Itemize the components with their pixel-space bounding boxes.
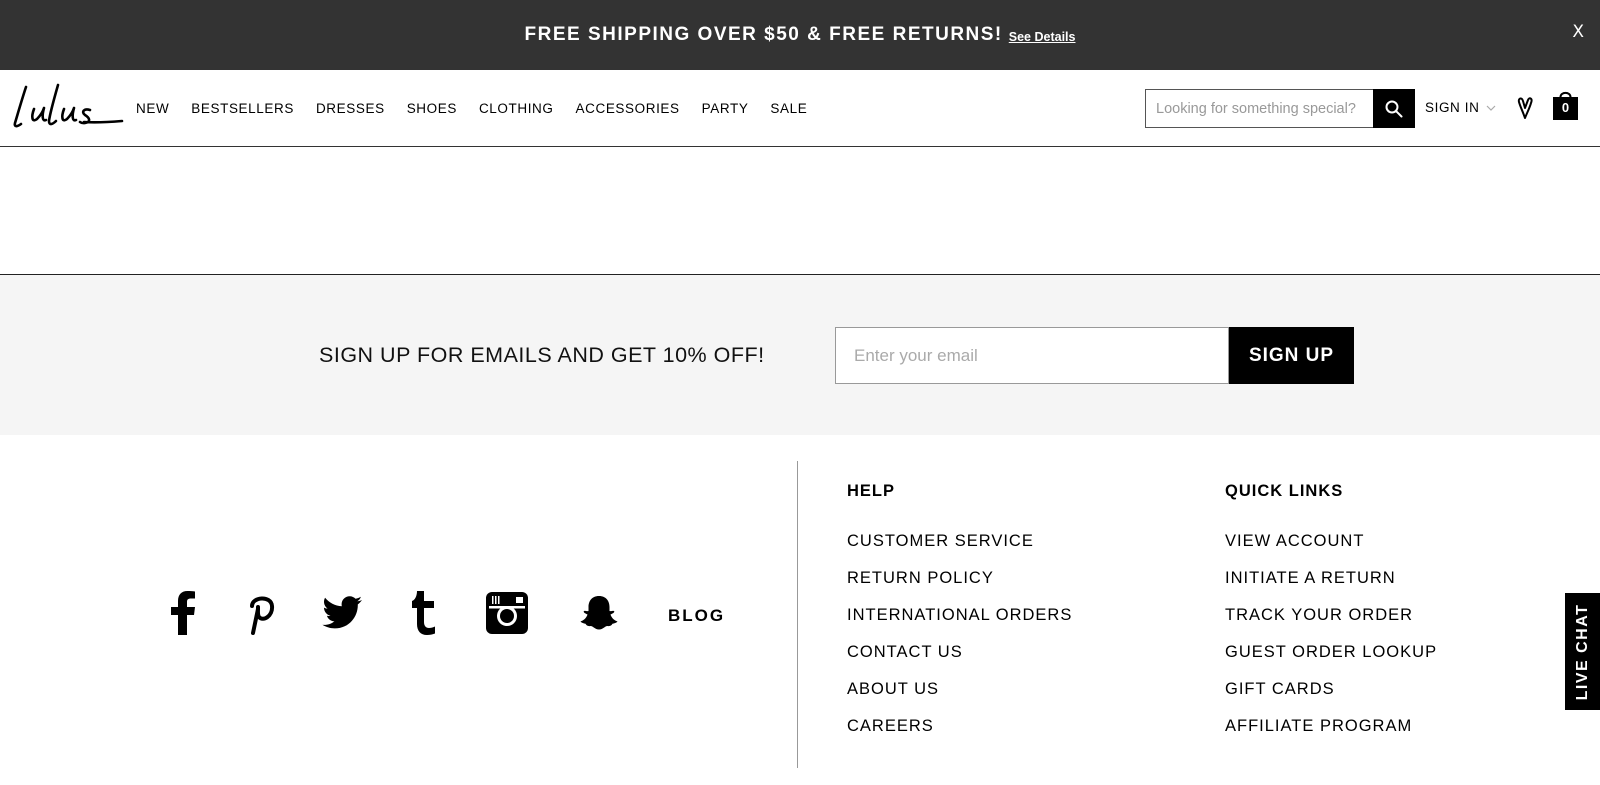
instagram-icon	[486, 592, 528, 634]
search-icon	[1385, 100, 1403, 117]
tumblr-icon	[412, 591, 435, 635]
live-chat-label: LIVE CHAT	[1573, 603, 1591, 700]
nav-item-party[interactable]: PARTY	[702, 101, 749, 116]
quick-link-view-account[interactable]: VIEW ACCOUNT	[1225, 531, 1437, 568]
nav-item-clothing[interactable]: CLOTHING	[479, 101, 554, 116]
instagram-link[interactable]	[485, 588, 529, 638]
nav-item-sale[interactable]: SALE	[770, 101, 807, 116]
twitter-icon	[322, 596, 362, 629]
quick-link-guest-order-lookup[interactable]: GUEST ORDER LOOKUP	[1225, 642, 1437, 679]
signup-heading: SIGN UP FOR EMAILS AND GET 10% OFF!	[319, 343, 765, 367]
quick-link-gift-cards[interactable]: GIFT CARDS	[1225, 679, 1437, 716]
sign-in-menu[interactable]: SIGN IN	[1425, 100, 1496, 115]
wishlist-heart-icon[interactable]	[1515, 96, 1535, 120]
help-link-international-orders[interactable]: INTERNATIONAL ORDERS	[847, 605, 1072, 642]
email-signup-section: SIGN UP FOR EMAILS AND GET 10% OFF! SIGN…	[0, 275, 1600, 435]
shopping-bag-button[interactable]: 0	[1552, 89, 1579, 121]
sign-up-button[interactable]: SIGN UP	[1229, 327, 1354, 384]
help-link-about-us[interactable]: ABOUT US	[847, 679, 1072, 716]
live-chat-button[interactable]: LIVE CHAT	[1565, 593, 1600, 710]
help-link-careers[interactable]: CAREERS	[847, 716, 1072, 753]
tumblr-link[interactable]	[408, 588, 440, 638]
nav-item-bestsellers[interactable]: BESTSELLERS	[191, 101, 294, 116]
pinterest-link[interactable]	[240, 588, 276, 638]
promo-text: FREE SHIPPING OVER $50 & FREE RETURNS!	[524, 24, 1003, 45]
facebook-link[interactable]	[166, 588, 200, 638]
chevron-down-icon	[1487, 105, 1496, 111]
help-links: CUSTOMER SERVICE RETURN POLICY INTERNATI…	[847, 531, 1072, 753]
quick-link-affiliate-program[interactable]: AFFILIATE PROGRAM	[1225, 716, 1437, 753]
nav-item-dresses[interactable]: DRESSES	[316, 101, 385, 116]
help-link-contact-us[interactable]: CONTACT US	[847, 642, 1072, 679]
snapchat-icon	[580, 596, 618, 630]
quick-link-track-order[interactable]: TRACK YOUR ORDER	[1225, 605, 1437, 642]
facebook-icon	[171, 591, 195, 635]
snapchat-link[interactable]	[578, 588, 620, 638]
quick-links: VIEW ACCOUNT INITIATE A RETURN TRACK YOU…	[1225, 531, 1437, 753]
close-banner-button[interactable]: X	[1572, 22, 1584, 42]
see-details-link[interactable]: See Details	[1009, 30, 1076, 44]
search-button[interactable]	[1373, 89, 1415, 128]
search-bar	[1145, 89, 1415, 128]
nav-item-accessories[interactable]: ACCESSORIES	[576, 101, 680, 116]
promo-banner: FREE SHIPPING OVER $50 & FREE RETURNS! S…	[0, 0, 1600, 70]
main-nav: NEW BESTSELLERS DRESSES SHOES CLOTHING A…	[136, 70, 829, 146]
bag-count: 0	[1561, 100, 1570, 115]
search-input[interactable]	[1145, 89, 1373, 128]
email-field[interactable]	[835, 327, 1229, 384]
footer-divider	[797, 461, 798, 768]
sign-in-label: SIGN IN	[1425, 100, 1480, 115]
pinterest-icon	[250, 596, 275, 635]
site-header: NEW BESTSELLERS DRESSES SHOES CLOTHING A…	[0, 70, 1600, 147]
nav-item-new[interactable]: NEW	[136, 101, 169, 116]
help-link-return-policy[interactable]: RETURN POLICY	[847, 568, 1072, 605]
help-link-customer-service[interactable]: CUSTOMER SERVICE	[847, 531, 1072, 568]
nav-item-shoes[interactable]: SHOES	[407, 101, 457, 116]
lulus-logo[interactable]	[12, 81, 124, 131]
twitter-link[interactable]	[320, 588, 364, 638]
quick-links-heading: QUICK LINKS	[1225, 482, 1344, 500]
blog-link[interactable]: BLOG	[668, 606, 725, 626]
quick-link-initiate-return[interactable]: INITIATE A RETURN	[1225, 568, 1437, 605]
help-heading: HELP	[847, 482, 896, 500]
